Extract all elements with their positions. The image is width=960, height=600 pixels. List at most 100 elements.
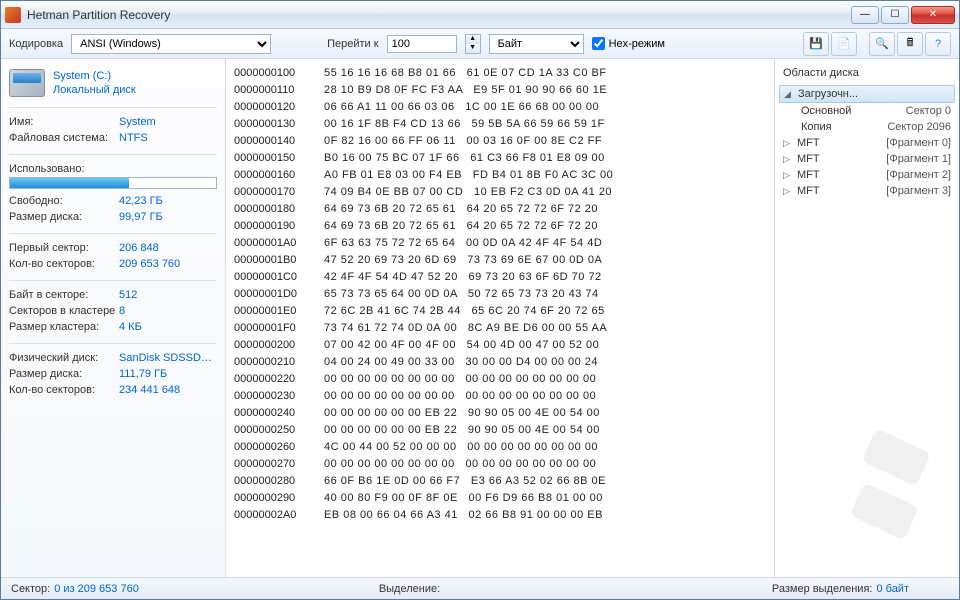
hex-row: 000000020007 00 42 00 4F 00 4F 00 54 00 … — [234, 337, 766, 354]
size-value: 99,97 ГБ — [119, 211, 217, 223]
hex-row: 000000011028 10 B9 D8 0F FC F3 AA E9 5F … — [234, 82, 766, 99]
hex-row: 000000021004 00 24 00 49 00 33 00 30 00 … — [234, 354, 766, 371]
phys-size-value: 111,79 ГБ — [119, 368, 217, 380]
hex-row: 000000027000 00 00 00 00 00 00 00 00 00 … — [234, 456, 766, 473]
hex-row: 000000010055 16 16 16 68 B8 01 66 61 0E … — [234, 65, 766, 82]
encoding-select[interactable]: ANSI (Windows) — [71, 34, 271, 54]
tree-boot-record[interactable]: ◢ Загрузочн... — [779, 85, 955, 103]
status-selsize-label: Размер выделения: — [772, 583, 873, 595]
app-window: Hetman Partition Recovery — ☐ ✕ Кодировк… — [0, 0, 960, 600]
goto-label: Перейти к — [327, 38, 378, 50]
hex-row: 00000001F073 74 61 72 74 0D 0A 00 8C A9 … — [234, 320, 766, 337]
fs-value: NTFS — [119, 132, 217, 144]
sector-count-label: Кол-во секторов: — [9, 258, 119, 270]
goto-spinner[interactable]: ▲▼ — [465, 34, 481, 54]
fs-label: Файловая система: — [9, 132, 119, 144]
unit-select[interactable]: Байт — [489, 34, 584, 54]
left-panel: System (C:) Локальный диск Имя:System Фа… — [1, 59, 226, 577]
drive-icon — [9, 69, 45, 97]
toolbar: Кодировка ANSI (Windows) Перейти к ▲▼ Ба… — [1, 29, 959, 59]
tree-mft-0[interactable]: ▷MFT[Фрагмент 0] — [779, 135, 955, 151]
status-sector-value: 0 из 209 653 760 — [54, 583, 139, 595]
collapse-icon: ◢ — [784, 89, 794, 100]
hex-row: 00000001400F 82 16 00 66 FF 06 11 00 03 … — [234, 133, 766, 150]
name-value: System — [119, 116, 217, 128]
search-icon[interactable]: 🔍 — [869, 32, 895, 56]
hex-mode-label: Hex-режим — [609, 38, 665, 50]
first-sector-label: Первый сектор: — [9, 242, 119, 254]
drive-name: System (C:) — [53, 70, 136, 82]
hex-row: 000000012006 66 A1 11 00 66 03 06 1C 00 … — [234, 99, 766, 116]
content-area: System (C:) Локальный диск Имя:System Фа… — [1, 59, 959, 577]
hex-row: 00000001B047 52 20 69 73 20 6D 69 73 73 … — [234, 252, 766, 269]
watermark-icon — [829, 427, 949, 547]
cluster-size-value: 4 КБ — [119, 321, 217, 333]
tree-mft-3[interactable]: ▷MFT[Фрагмент 3] — [779, 183, 955, 199]
phys-disk-label: Физический диск: — [9, 352, 119, 364]
calculator-icon[interactable]: 🖩 — [897, 32, 923, 56]
close-button[interactable]: ✕ — [911, 6, 955, 24]
expand-icon: ▷ — [783, 186, 793, 197]
phys-sectors-value: 234 441 648 — [119, 384, 217, 396]
hex-row: 000000023000 00 00 00 00 00 00 00 00 00 … — [234, 388, 766, 405]
bytes-sector-value: 512 — [119, 289, 217, 301]
app-icon — [5, 7, 21, 23]
expand-icon: ▷ — [783, 154, 793, 165]
window-title: Hetman Partition Recovery — [27, 8, 851, 22]
hex-row: 00000001D065 73 73 65 64 00 0D 0A 50 72 … — [234, 286, 766, 303]
hex-row: 000000018064 69 73 6B 20 72 65 61 64 20 … — [234, 201, 766, 218]
export-icon[interactable]: 📄 — [831, 32, 857, 56]
hex-row: 00000001A06F 63 63 75 72 72 65 64 00 0D … — [234, 235, 766, 252]
tree-mft-2[interactable]: ▷MFT[Фрагмент 2] — [779, 167, 955, 183]
hex-row: 00000001C042 4F 4F 54 4D 47 52 20 69 73 … — [234, 269, 766, 286]
hex-row: 00000002A0EB 08 00 66 04 66 A3 41 02 66 … — [234, 507, 766, 524]
hex-viewer[interactable]: 000000010055 16 16 16 68 B8 01 66 61 0E … — [226, 59, 774, 577]
disk-areas-title: Области диска — [779, 67, 955, 79]
hex-row: 00000002604C 00 44 00 52 00 00 00 00 00 … — [234, 439, 766, 456]
cluster-size-label: Размер кластера: — [9, 321, 119, 333]
tree-copy-sector[interactable]: КопияСектор 2096 — [797, 119, 955, 135]
used-label: Использовано: — [9, 163, 119, 175]
expand-icon: ▷ — [783, 170, 793, 181]
hex-mode-check[interactable] — [592, 37, 605, 50]
minimize-button[interactable]: — — [851, 6, 879, 24]
bytes-sector-label: Байт в секторе: — [9, 289, 119, 301]
hex-row: 0000000150B0 16 00 75 BC 07 1F 66 61 C3 … — [234, 150, 766, 167]
tree-mft-1[interactable]: ▷MFT[Фрагмент 1] — [779, 151, 955, 167]
tree-main-sector[interactable]: ОсновнойСектор 0 — [797, 103, 955, 119]
phys-disk-value: SanDisk SDSSDX120GG — [119, 352, 217, 364]
hex-row: 0000000160A0 FB 01 E8 03 00 F4 EB FD B4 … — [234, 167, 766, 184]
hex-row: 000000025000 00 00 00 00 00 EB 22 90 90 … — [234, 422, 766, 439]
hex-mode-checkbox[interactable]: Hex-режим — [592, 37, 665, 50]
usage-progress — [9, 177, 217, 189]
drive-header: System (C:) Локальный диск — [9, 69, 217, 97]
maximize-button[interactable]: ☐ — [881, 6, 909, 24]
hex-row: 000000028066 0F B6 1E 0D 00 66 F7 E3 66 … — [234, 473, 766, 490]
window-controls: — ☐ ✕ — [851, 6, 955, 24]
sectors-cluster-value: 8 — [119, 305, 217, 317]
hex-row: 000000013000 16 1F 8B F4 CD 13 66 59 5B … — [234, 116, 766, 133]
sectors-cluster-label: Секторов в кластере — [9, 305, 119, 317]
save-icon[interactable]: 💾 — [803, 32, 829, 56]
hex-row: 000000022000 00 00 00 00 00 00 00 00 00 … — [234, 371, 766, 388]
sector-count-value: 209 653 760 — [119, 258, 217, 270]
expand-icon: ▷ — [783, 138, 793, 149]
title-bar: Hetman Partition Recovery — ☐ ✕ — [1, 1, 959, 29]
free-value: 42,23 ГБ — [119, 195, 217, 207]
first-sector-value: 206 848 — [119, 242, 217, 254]
status-selsize-value: 0 байт — [876, 583, 909, 595]
phys-sectors-label: Кол-во секторов: — [9, 384, 119, 396]
status-bar: Сектор:0 из 209 653 760 Выделение: Разме… — [1, 577, 959, 599]
hex-row: 00000001E072 6C 2B 41 6C 74 2B 44 65 6C … — [234, 303, 766, 320]
hex-row: 000000017074 09 B4 0E BB 07 00 CD 10 EB … — [234, 184, 766, 201]
right-panel: Области диска ◢ Загрузочн... ОсновнойСек… — [774, 59, 959, 577]
goto-input[interactable] — [387, 35, 457, 53]
status-sector-label: Сектор: — [11, 583, 50, 595]
size-label: Размер диска: — [9, 211, 119, 223]
hex-row: 000000029040 00 80 F9 00 0F 8F 0E 00 F6 … — [234, 490, 766, 507]
help-icon[interactable]: ? — [925, 32, 951, 56]
encoding-label: Кодировка — [9, 38, 63, 50]
free-label: Свободно: — [9, 195, 119, 207]
name-label: Имя: — [9, 116, 119, 128]
drive-type: Локальный диск — [53, 84, 136, 96]
